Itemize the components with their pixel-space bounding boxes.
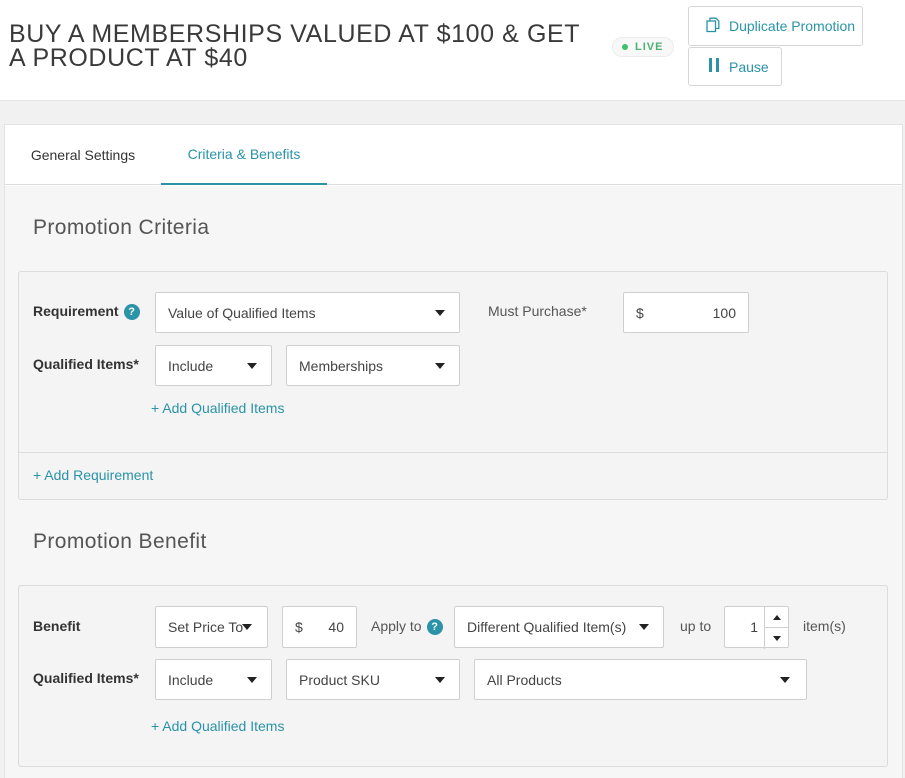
chevron-down-icon <box>639 624 649 630</box>
chevron-down-icon <box>242 624 252 630</box>
duplicate-icon <box>706 17 720 36</box>
stepper-up-icon[interactable] <box>764 607 788 628</box>
qualified-items-mode-select[interactable]: Include <box>155 345 272 386</box>
chevron-down-icon <box>247 676 257 683</box>
benefit-type-value: Set Price To <box>168 619 244 635</box>
chevron-down-icon <box>247 362 257 369</box>
requirement-select[interactable]: Value of Qualified Items <box>155 292 460 333</box>
chevron-down-icon <box>435 309 445 316</box>
apply-to-select[interactable]: Different Qualified Item(s) <box>454 606 664 648</box>
add-qualified-items-link[interactable]: + Add Qualified Items <box>151 400 284 416</box>
chevron-down-icon <box>435 362 445 369</box>
duplicate-promotion-label: Duplicate Promotion <box>729 18 856 34</box>
benefit-price-input[interactable]: $ 40 <box>282 606 357 648</box>
benefit-qualified-items-mode-select[interactable]: Include <box>155 659 272 700</box>
benefit-qualified-items-scope-select[interactable]: All Products <box>474 659 807 700</box>
requirement-label-text: Requirement <box>33 303 119 319</box>
benefit-qualified-items-label: Qualified Items* <box>33 670 139 686</box>
stepper-down-icon[interactable] <box>764 628 788 649</box>
help-icon[interactable]: ? <box>123 304 140 320</box>
qualified-items-type-select[interactable]: Memberships <box>286 345 460 386</box>
help-icon[interactable]: ? <box>426 619 443 635</box>
items-suffix-label: item(s) <box>803 618 846 634</box>
must-purchase-input[interactable]: $ 100 <box>623 292 749 333</box>
duplicate-promotion-button[interactable]: Duplicate Promotion <box>688 6 863 46</box>
qualified-items-type-value: Memberships <box>299 357 384 374</box>
must-purchase-value: 100 <box>712 304 736 321</box>
live-dot-icon <box>622 44 628 50</box>
chevron-down-icon <box>435 676 445 683</box>
requirement-label: Requirement? <box>33 303 140 320</box>
tab-criteria-benefits[interactable]: Criteria & Benefits <box>161 125 327 185</box>
criteria-section-title: Promotion Criteria <box>33 216 210 239</box>
quantity-value: 1 <box>750 619 758 635</box>
chevron-down-icon <box>780 676 790 683</box>
tab-bar: General Settings Criteria & Benefits <box>5 125 902 185</box>
benefit-type-select[interactable]: Set Price To <box>155 606 268 648</box>
must-purchase-label: Must Purchase* <box>488 303 587 319</box>
benefit-label: Benefit <box>33 618 81 634</box>
apply-to-label: Apply to? <box>371 618 443 635</box>
benefit-price-value: 40 <box>328 619 344 635</box>
currency-symbol: $ <box>295 619 303 635</box>
up-to-label: up to <box>680 618 712 634</box>
status-badge: LIVE <box>612 37 675 57</box>
requirement-select-value: Value of Qualified Items <box>168 304 316 321</box>
page-header: BUY A MEMBERSHIPS VALUED AT $100 & GET A… <box>0 0 905 101</box>
pause-icon <box>708 57 720 76</box>
tab-general-settings[interactable]: General Settings <box>5 125 161 185</box>
benefit-qualified-items-mode-value: Include <box>168 671 214 688</box>
benefit-qualified-items-scope-value: All Products <box>487 671 562 688</box>
pause-button[interactable]: Pause <box>688 47 782 86</box>
qualified-items-label: Qualified Items* <box>33 356 139 372</box>
apply-to-value: Different Qualified Item(s) <box>467 619 627 635</box>
status-badge-label: LIVE <box>635 41 664 53</box>
benefit-section-title: Promotion Benefit <box>33 530 207 553</box>
benefit-qualified-items-type-select[interactable]: Product SKU <box>286 659 460 700</box>
add-requirement-link[interactable]: + Add Requirement <box>33 467 153 483</box>
pause-label: Pause <box>729 58 769 75</box>
page-title: BUY A MEMBERSHIPS VALUED AT $100 & GET A… <box>9 20 580 72</box>
currency-symbol: $ <box>636 304 644 321</box>
benefit-qualified-items-type-value: Product SKU <box>299 671 380 688</box>
criteria-panel-divider <box>19 452 887 453</box>
benefit-add-qualified-items-link[interactable]: + Add Qualified Items <box>151 718 284 734</box>
quantity-stepper[interactable]: 1 <box>724 606 789 649</box>
apply-to-label-text: Apply to <box>371 618 422 634</box>
qualified-items-mode-value: Include <box>168 357 214 374</box>
